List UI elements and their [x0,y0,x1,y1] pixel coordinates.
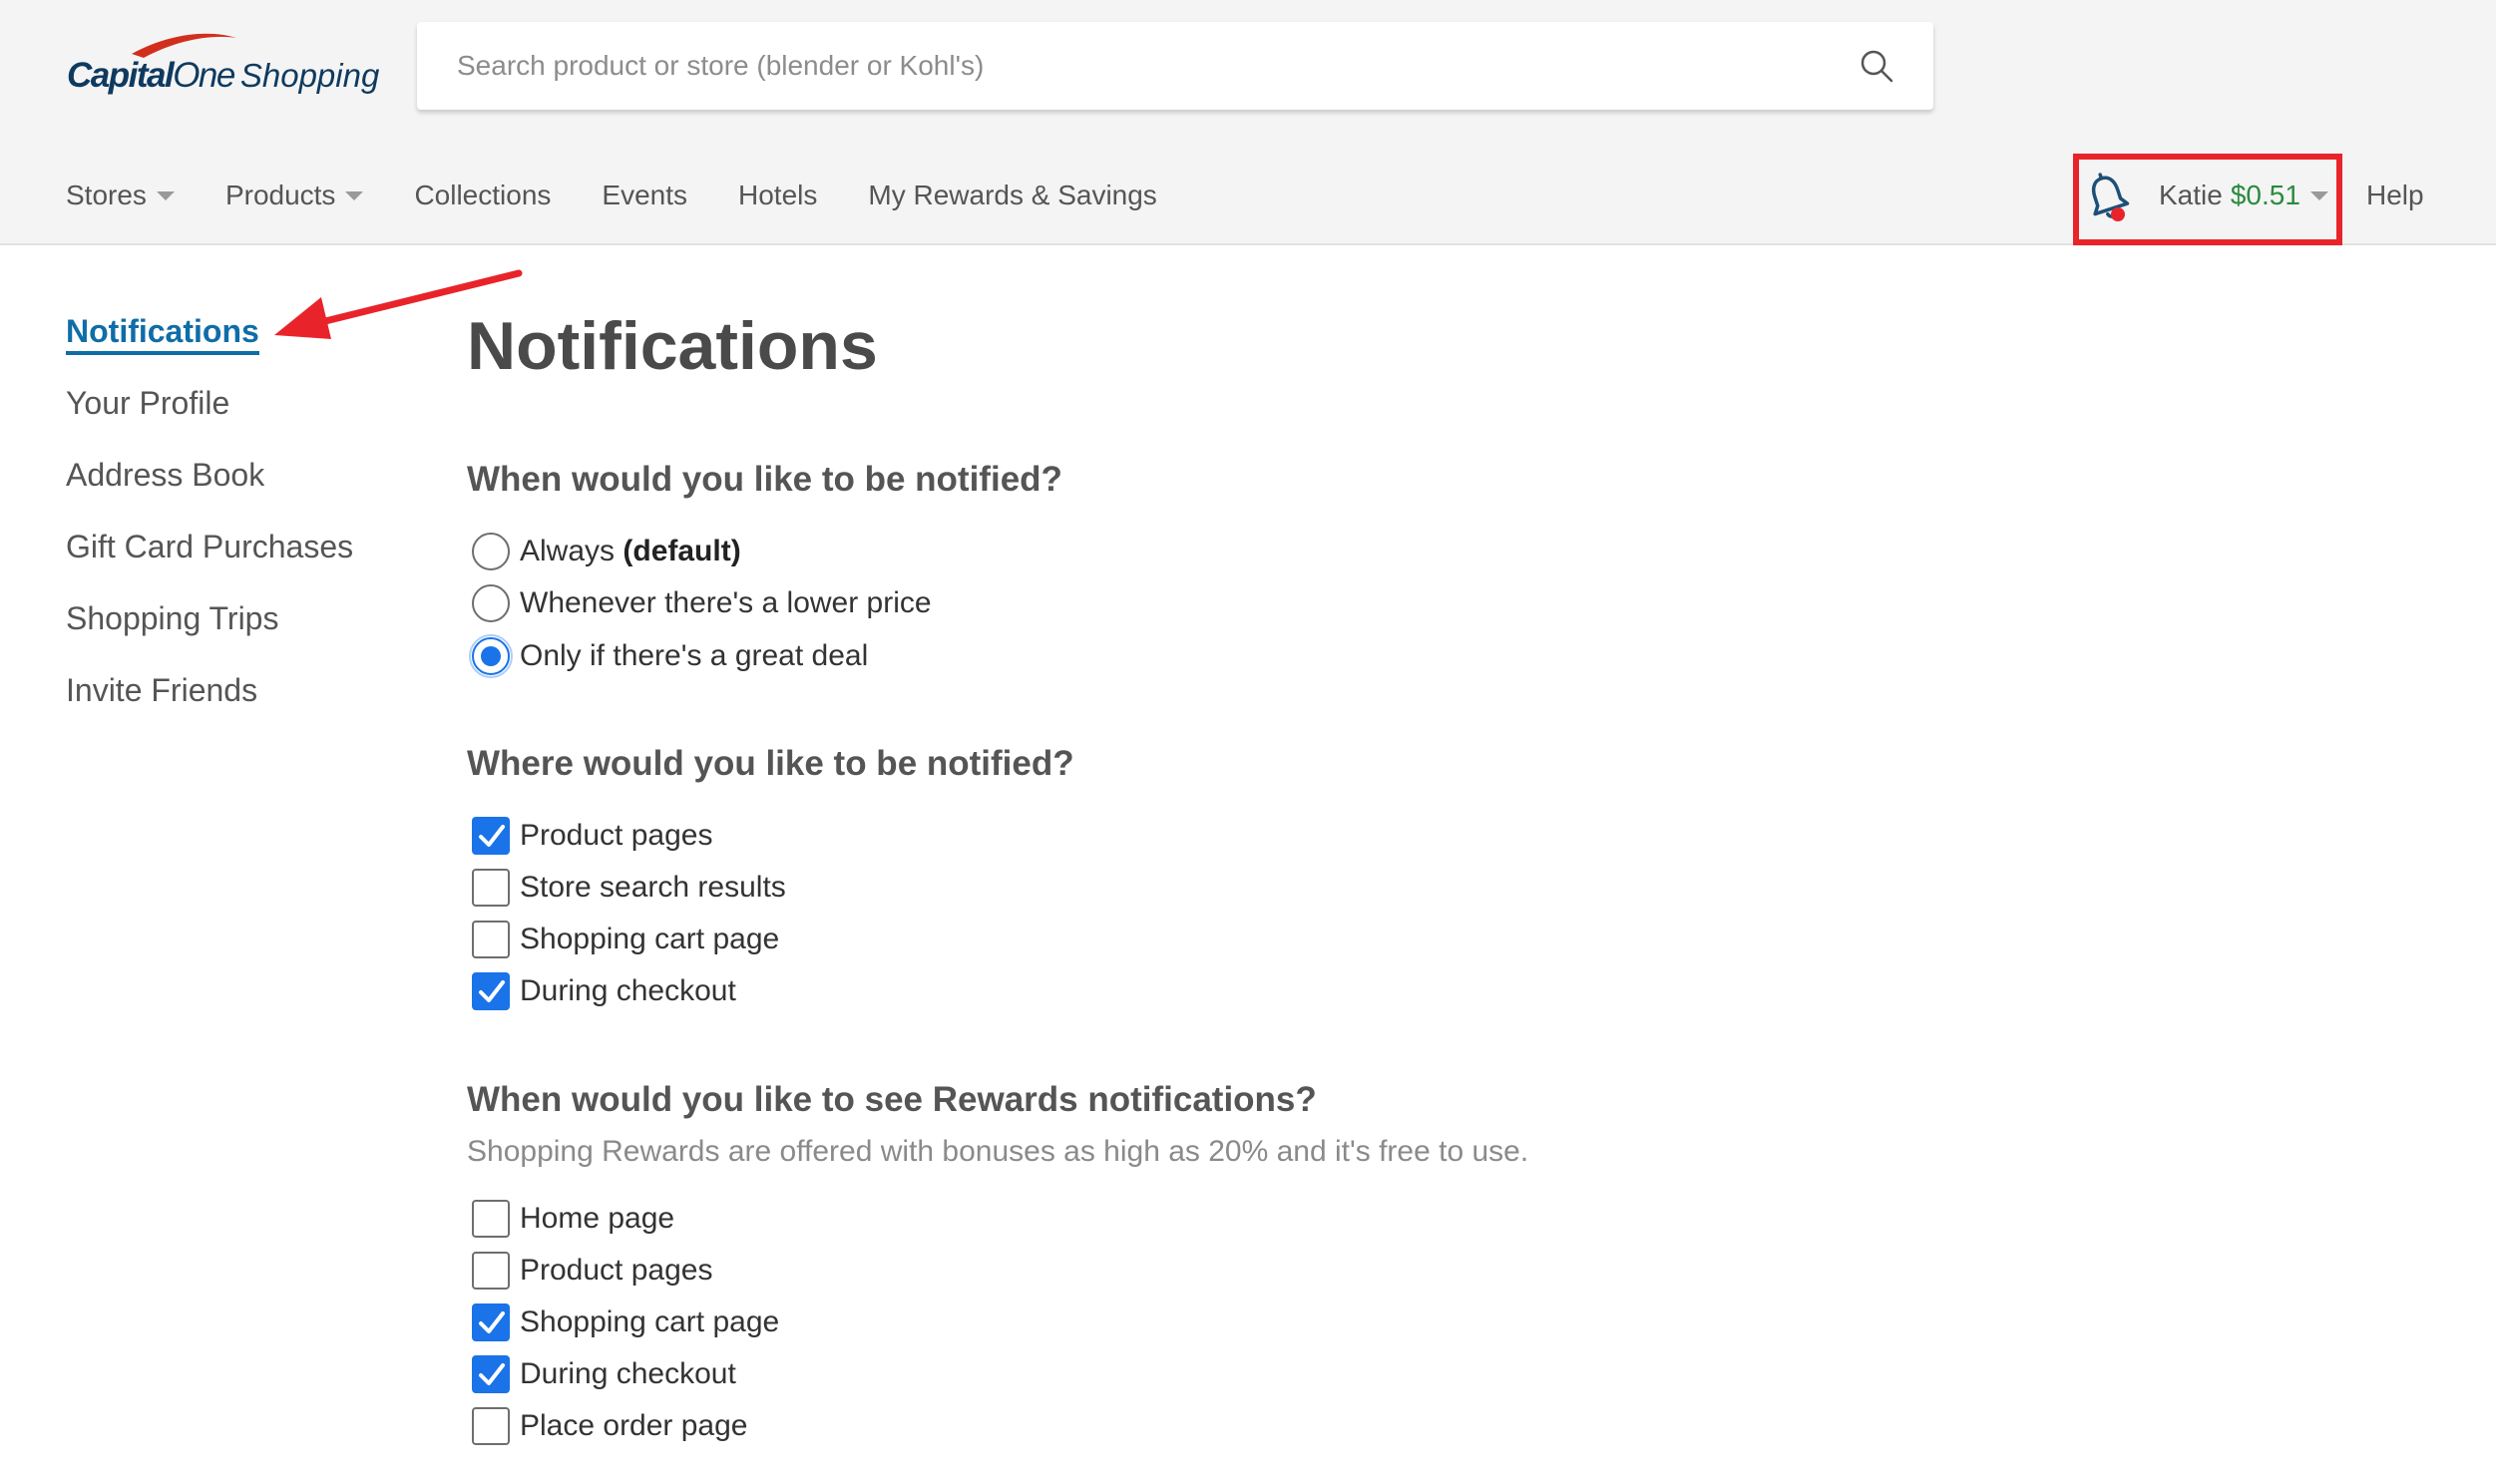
checkbox-label: Shopping cart page [520,923,780,955]
help-link[interactable]: Help [2366,176,2424,215]
site-header: CapitalOneShopping Stores Products Colle… [0,0,2496,245]
caret-down-icon [156,190,175,200]
checkbox-option-store-search-results[interactable]: Store search results [472,865,786,911]
sidebar-item-shopping-trips[interactable]: Shopping Trips [66,596,353,668]
radio-option-great-deal[interactable]: Only if there's a great deal [469,633,869,679]
user-name: Katie [2159,180,2223,210]
nav-label: Events [602,180,687,210]
checkbox[interactable] [472,1407,510,1445]
rewards-balance: $0.51 [2230,180,2300,210]
checkbox-checked[interactable] [472,972,510,1010]
nav-item-products[interactable]: Products [225,180,364,211]
search-bar [417,22,1933,110]
logo-shopping-text: Shopping [239,57,380,94]
checkbox-option-home-page[interactable]: Home page [472,1196,674,1242]
checkbox-label: During checkout [520,1357,736,1390]
rewards-section-title: When would you like to see Rewards notif… [467,1080,1317,1119]
checkbox-checked[interactable] [472,817,510,855]
radio-button[interactable] [472,533,510,570]
caret-down-icon [2309,190,2328,200]
caret-down-icon [345,190,364,200]
account-menu[interactable]: Katie $0.51 [2159,176,2328,215]
sidebar-item-label: Invite Friends [66,672,258,708]
checkbox-label: Store search results [520,871,786,904]
nav-label: My Rewards & Savings [868,180,1157,210]
checkbox-option-during-checkout[interactable]: During checkout [472,968,736,1014]
radio-label: Always [520,535,616,567]
nav-item-collections[interactable]: Collections [414,180,551,211]
when-section-title: When would you like to be notified? [467,460,1062,499]
checkbox-label: Home page [520,1202,675,1235]
search-icon[interactable] [1860,49,1893,83]
checkbox-checked[interactable] [472,1355,510,1393]
sidebar-item-invite-friends[interactable]: Invite Friends [66,668,353,740]
logo-capital-text: Capital [67,56,175,95]
search-input[interactable] [457,22,1814,110]
checkbox-label: Place order page [520,1409,748,1442]
default-tag: (default) [623,535,741,567]
sidebar-item-address-book[interactable]: Address Book [66,453,353,525]
radio-label: Only if there's a great deal [520,639,869,672]
checkbox-label: During checkout [520,974,736,1007]
capital-one-shopping-logo[interactable]: CapitalOne Shopping [62,28,391,108]
checkbox-label: Product pages [520,819,713,852]
checkbox-label: Shopping cart page [520,1305,780,1338]
checkbox-option-product-pages[interactable]: Product pages [472,1248,712,1294]
sidebar-item-label: Notifications [66,313,259,355]
notification-dot [2111,207,2125,221]
nav-item-events[interactable]: Events [602,180,687,211]
checkbox[interactable] [472,869,510,907]
checkbox-label: Product pages [520,1254,713,1287]
nav-label: Collections [414,180,552,210]
checkbox-option-shopping-cart-page[interactable]: Shopping cart page [472,917,779,962]
checkbox-option-during-checkout[interactable]: During checkout [472,1351,736,1397]
radio-button[interactable] [472,584,510,622]
nav-label: Stores [66,180,147,210]
radio-option-always[interactable]: Always (default) [472,529,741,574]
radio-label: Whenever there's a lower price [520,586,932,619]
radio-button-selected[interactable] [469,634,513,678]
main-nav: Stores Products Collections Events Hotel… [66,176,1208,215]
checkbox[interactable] [472,921,510,958]
radio-option-lower-price[interactable]: Whenever there's a lower price [472,580,932,626]
checkbox-checked[interactable] [472,1303,510,1341]
logo-one-text: One [173,56,235,95]
sidebar-item-label: Address Book [66,457,265,493]
sidebar-item-your-profile[interactable]: Your Profile [66,381,353,453]
checkbox-option-product-pages[interactable]: Product pages [472,813,712,859]
nav-item-my-rewards-savings[interactable]: My Rewards & Savings [868,180,1156,211]
nav-item-stores[interactable]: Stores [66,180,175,211]
nav-label: Hotels [738,180,818,210]
checkbox-option-place-order-page[interactable]: Place order page [472,1403,748,1449]
checkbox[interactable] [472,1252,510,1290]
rewards-section-subtitle: Shopping Rewards are offered with bonuse… [467,1135,1529,1168]
bell-icon[interactable] [2085,172,2131,223]
sidebar-item-gift-card-purchases[interactable]: Gift Card Purchases [66,525,353,596]
settings-sidebar: Notifications Your Profile Address Book … [66,309,353,740]
page-title: Notifications [467,308,878,384]
checkbox-option-shopping-cart-page[interactable]: Shopping cart page [472,1299,779,1345]
where-section-title: Where would you like to be notified? [467,744,1074,783]
checkbox[interactable] [472,1200,510,1238]
nav-label: Products [224,180,336,210]
nav-item-hotels[interactable]: Hotels [738,180,817,211]
sidebar-item-label: Shopping Trips [66,600,279,636]
sidebar-item-label: Gift Card Purchases [66,529,354,564]
sidebar-item-label: Your Profile [66,385,230,421]
